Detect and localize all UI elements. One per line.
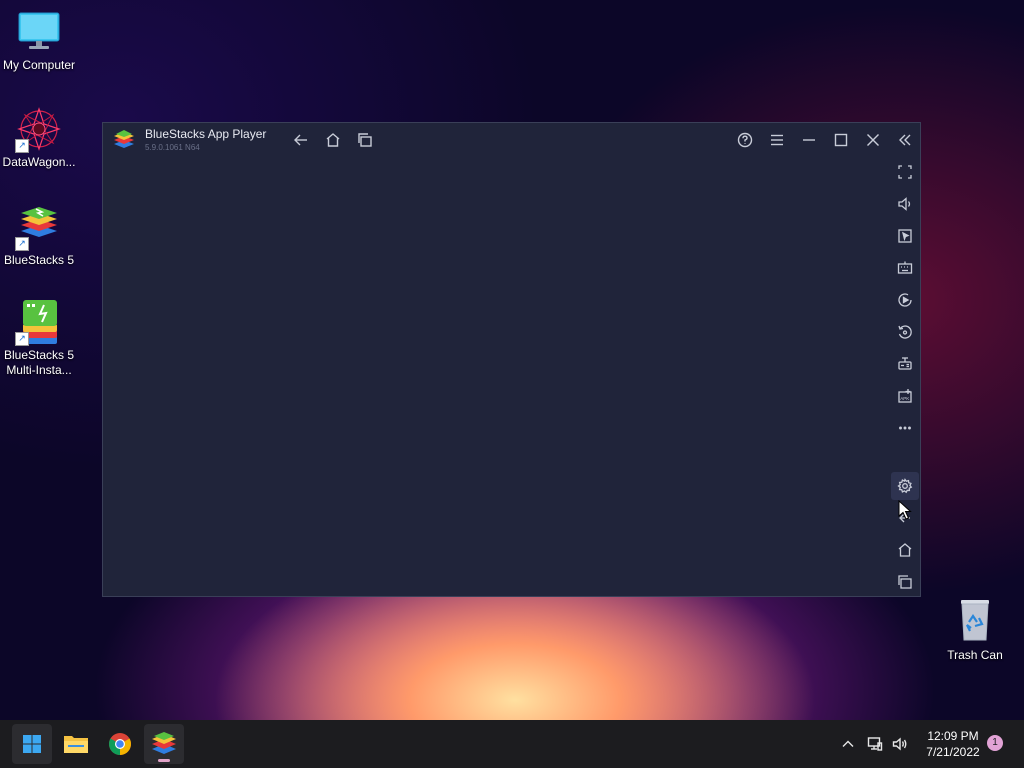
bluestacks-taskbar-button[interactable]: [144, 724, 184, 764]
recycle-bin-icon: [953, 598, 997, 642]
volume-tray-button[interactable]: [890, 734, 910, 754]
clock[interactable]: 12:09 PM 7/21/2022: [918, 728, 988, 760]
settings-button[interactable]: [891, 472, 919, 500]
file-explorer-icon: [64, 736, 88, 753]
desktop-icon-bluestacks-multi[interactable]: ↗ BlueStacks 5 Multi-Insta...: [0, 300, 79, 378]
fullscreen-icon: [898, 165, 912, 179]
volume-icon: [898, 197, 911, 211]
desktop-icon-label: DataWagon...: [2, 155, 76, 169]
gamepad-button[interactable]: [891, 350, 919, 378]
recent-apps-button[interactable]: [354, 129, 376, 151]
mouse-cursor-icon: [898, 499, 912, 520]
help-button[interactable]: [734, 129, 756, 151]
speaker-icon: [892, 737, 907, 751]
bluestacks-logo-icon: [113, 130, 135, 150]
running-indicator: [158, 759, 170, 762]
fractal-icon: ↗: [15, 107, 61, 153]
network-button[interactable]: [865, 734, 885, 754]
more-icon: [899, 426, 911, 430]
keyboard-controls-icon: [897, 261, 913, 274]
screen-record-button[interactable]: [891, 222, 919, 250]
clock-time: 12:09 PM: [927, 729, 979, 743]
bluestacks-icon: ↗: [15, 205, 61, 251]
close-button[interactable]: [862, 129, 884, 151]
menu-icon: [771, 134, 783, 146]
macro-play-button[interactable]: [891, 286, 919, 314]
window-version: 5.9.0.1061 N64: [145, 143, 200, 152]
shortcut-arrow-icon: ↗: [15, 237, 29, 251]
install-apk-icon: APK: [898, 389, 912, 403]
chevron-up-icon: [842, 740, 854, 747]
chrome-icon: [109, 733, 131, 755]
collapse-sidebar-icon: [899, 134, 911, 146]
android-home-button[interactable]: [891, 536, 919, 564]
show-hidden-icons-button[interactable]: [838, 734, 858, 754]
close-icon: [867, 134, 879, 146]
desktop-icon-label: BlueStacks 5: [3, 253, 75, 267]
collapse-sidebar-button[interactable]: [894, 129, 916, 151]
taskbar: 12:09 PM 7/21/2022 1: [0, 720, 1024, 768]
recent-apps-icon: [358, 133, 372, 147]
desktop-icon-trash-can[interactable]: Trash Can: [938, 598, 1012, 662]
help-icon: [737, 132, 753, 148]
minimize-icon: [803, 139, 815, 141]
rotate-icon: [898, 325, 912, 339]
home-button[interactable]: [322, 129, 344, 151]
rotate-button[interactable]: [891, 318, 919, 346]
more-button[interactable]: [891, 414, 919, 442]
maximize-button[interactable]: [830, 129, 852, 151]
install-apk-button[interactable]: APK: [891, 382, 919, 410]
desktop-icon-label: My Computer: [2, 58, 76, 72]
keyboard-controls-button[interactable]: [891, 254, 919, 282]
desktop-icon-my-computer[interactable]: My Computer: [0, 10, 79, 73]
emulator-screen[interactable]: [103, 157, 887, 596]
fullscreen-button[interactable]: [891, 158, 919, 186]
start-button[interactable]: [12, 724, 52, 764]
volume-button[interactable]: [891, 190, 919, 218]
start-icon: [23, 735, 41, 753]
svg-text:APK: APK: [900, 396, 909, 401]
back-icon: [294, 134, 307, 146]
home-icon: [326, 133, 340, 147]
menu-button[interactable]: [766, 129, 788, 151]
window-titlebar[interactable]: BlueStacks App Player 5.9.0.1061 N64: [103, 123, 920, 157]
network-icon: [867, 737, 883, 751]
notification-badge[interactable]: 1: [987, 735, 1003, 751]
gamepad-icon: [898, 357, 912, 370]
android-recent-apps-button[interactable]: [891, 568, 919, 596]
macro-play-icon: [898, 293, 912, 307]
desktop-icon-label: Trash Can: [947, 648, 1003, 662]
recent-apps-icon: [898, 575, 912, 589]
screen-record-icon: [898, 229, 912, 243]
shortcut-arrow-icon: ↗: [15, 332, 29, 346]
file-explorer-button[interactable]: [56, 724, 96, 764]
clock-date: 7/21/2022: [926, 745, 980, 759]
maximize-icon: [834, 133, 848, 147]
bluestacks-icon: [152, 732, 176, 754]
monitor-icon: [17, 10, 61, 54]
minimize-button[interactable]: [798, 129, 820, 151]
window-title: BlueStacks App Player: [145, 127, 267, 141]
bluestacks-multi-icon: ↗: [15, 300, 61, 346]
desktop-icon-bluestacks[interactable]: ↗ BlueStacks 5: [0, 205, 79, 268]
desktop-icon-datawagon[interactable]: ↗ DataWagon...: [0, 107, 79, 170]
settings-icon: [897, 478, 913, 494]
shortcut-arrow-icon: ↗: [15, 139, 29, 153]
bluestacks-window: BlueStacks App Player 5.9.0.1061 N64 APK: [102, 122, 921, 597]
back-button[interactable]: [290, 129, 312, 151]
chrome-button[interactable]: [100, 724, 140, 764]
desktop-icon-label: BlueStacks 5 Multi-Insta...: [3, 348, 75, 377]
home-icon: [898, 543, 912, 557]
